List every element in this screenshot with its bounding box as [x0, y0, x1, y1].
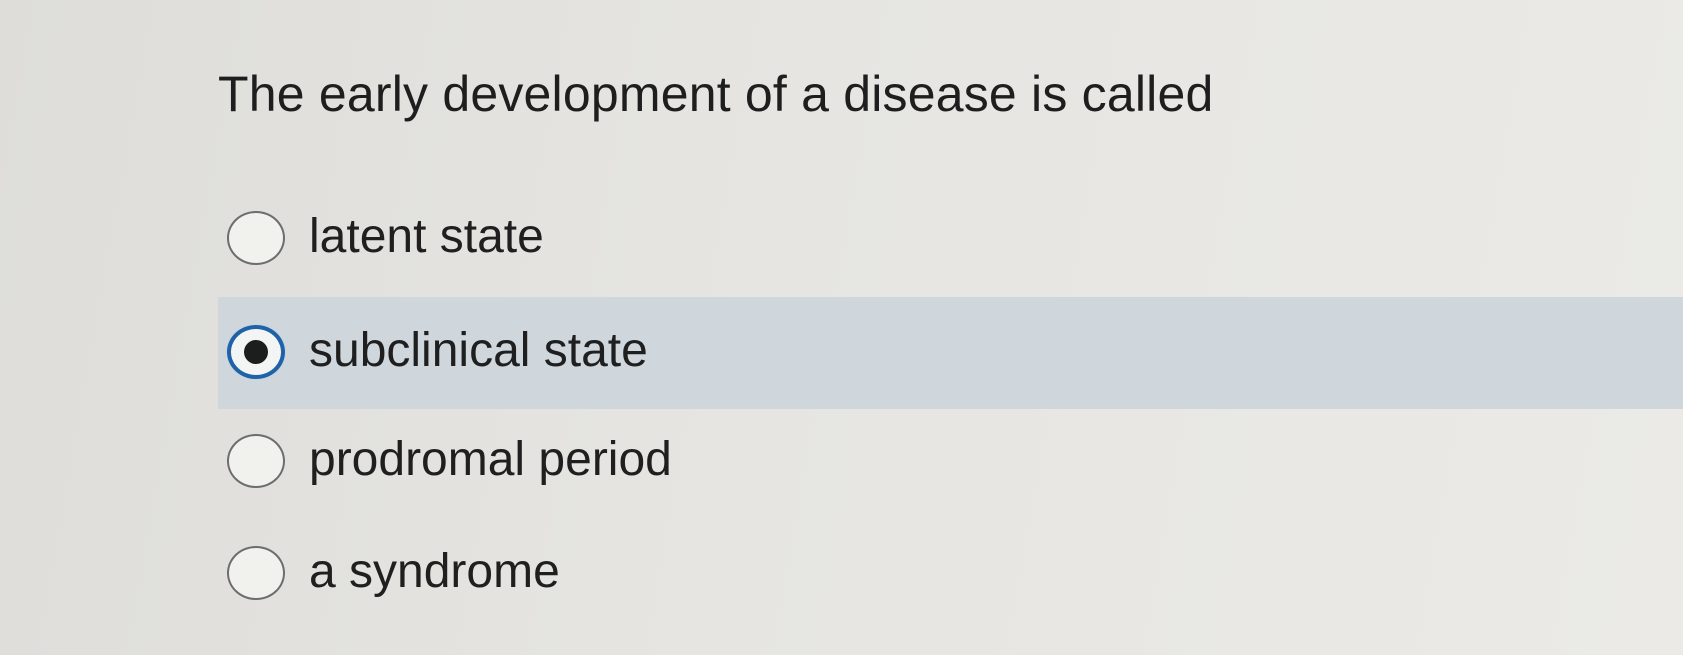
option-label-a-syndrome[interactable]: a syndrome — [309, 542, 560, 602]
option-subclinical-state[interactable]: subclinical state — [218, 297, 1683, 409]
option-prodromal-period[interactable]: prodromal period — [218, 406, 1683, 518]
radio-button-subclinical-state[interactable] — [227, 325, 285, 379]
option-label-prodromal-period[interactable]: prodromal period — [309, 430, 672, 490]
radio-button-a-syndrome[interactable] — [227, 546, 285, 600]
option-latent-state[interactable]: latent state — [218, 183, 1683, 295]
radio-button-prodromal-period[interactable] — [227, 434, 285, 488]
option-label-subclinical-state[interactable]: subclinical state — [309, 321, 648, 381]
answer-options: latent state subclinical state prodromal… — [0, 0, 1683, 655]
radio-button-latent-state[interactable] — [227, 211, 285, 265]
option-label-latent-state[interactable]: latent state — [309, 207, 544, 267]
option-a-syndrome[interactable]: a syndrome — [218, 518, 1683, 630]
radio-selected-dot-icon — [244, 340, 268, 364]
